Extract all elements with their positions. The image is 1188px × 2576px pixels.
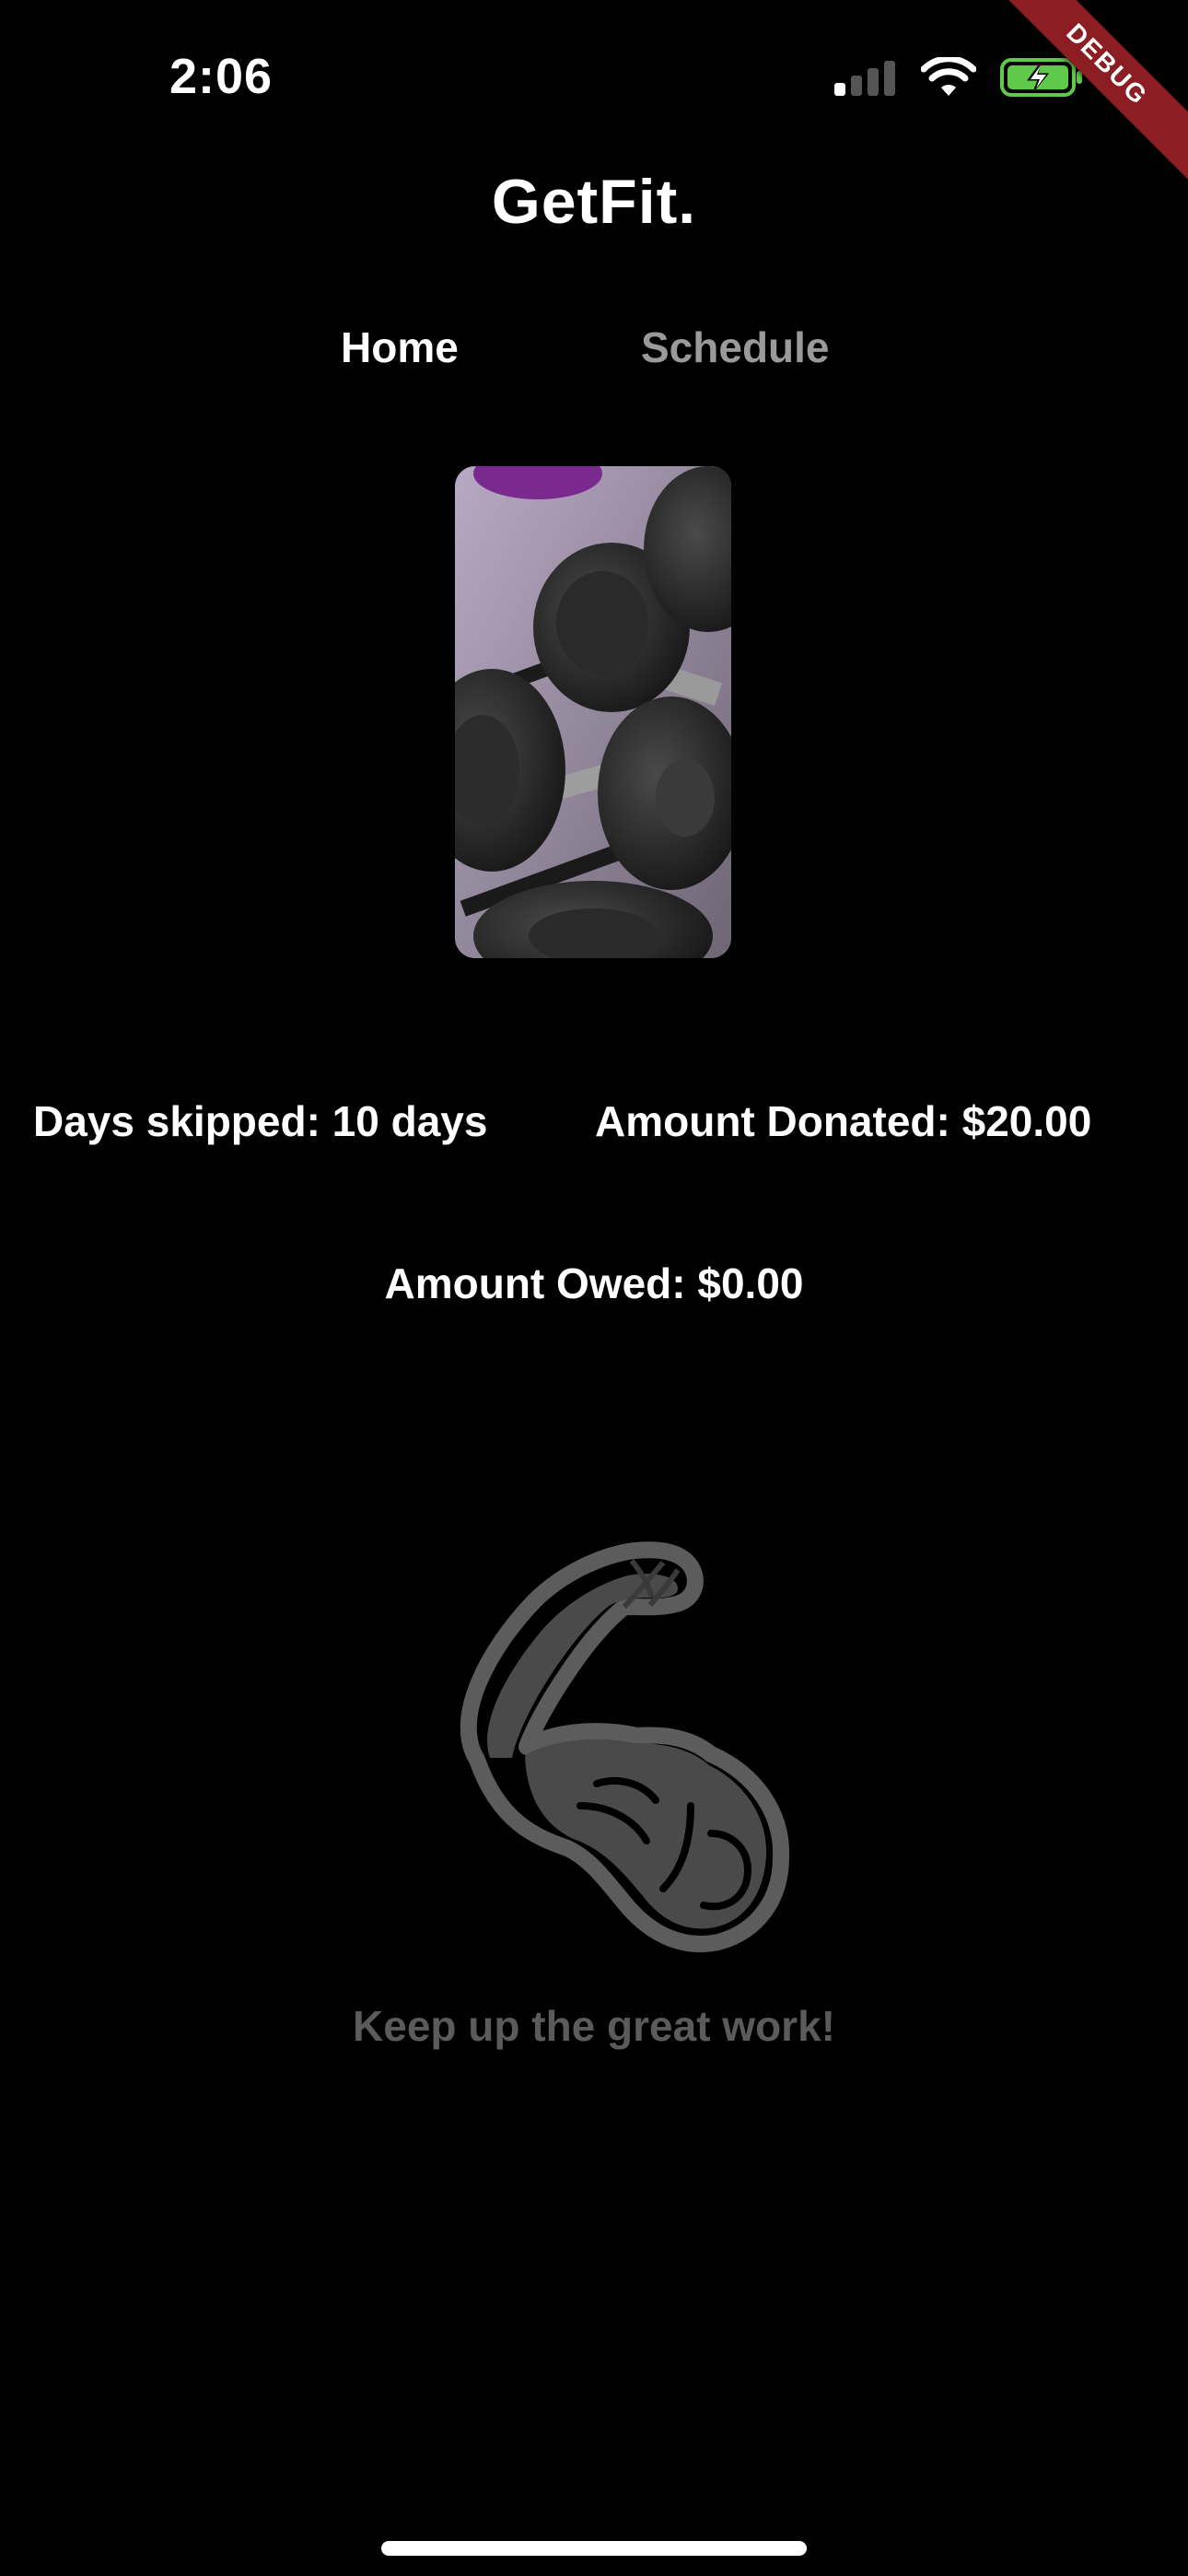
app-title: GetFit.	[491, 167, 697, 237]
tab-schedule[interactable]: Schedule	[641, 322, 830, 372]
debug-banner-label: DEBUG	[1004, 0, 1188, 180]
home-indicator[interactable]	[381, 2541, 807, 2556]
encouragement-message: Keep up the great work!	[353, 2002, 835, 2050]
amount-donated-stat: Amount Donated: $20.00	[595, 1097, 1092, 1145]
debug-banner: DEBUG	[1004, 0, 1188, 184]
dumbbell-rack-photo	[455, 466, 731, 958]
cellular-signal-icon	[834, 61, 895, 96]
flexed-arm-icon	[460, 1541, 790, 1953]
amount-owed-stat: Amount Owed: $0.00	[384, 1259, 804, 1307]
tab-home[interactable]: Home	[341, 322, 459, 372]
days-skipped-stat: Days skipped: 10 days	[33, 1097, 488, 1145]
stats-row: Days skipped: 10 days Amount Donated: $2…	[0, 1096, 1188, 1152]
wifi-icon	[921, 57, 976, 96]
tab-bar: Home Schedule	[0, 322, 1188, 387]
status-time: 2:06	[169, 49, 274, 104]
